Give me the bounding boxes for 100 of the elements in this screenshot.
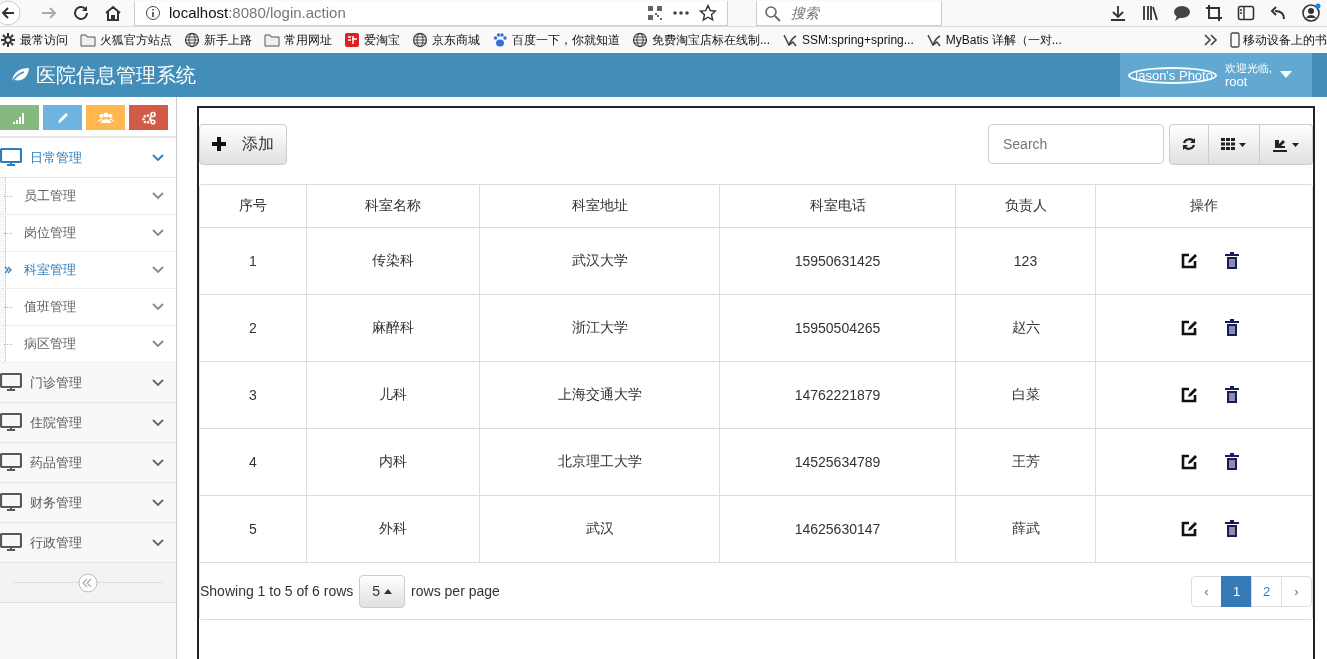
plus-icon <box>212 137 226 151</box>
bookmark[interactable]: 免费淘宝店标在线制... <box>632 31 770 49</box>
table-cell: 4 <box>200 428 307 496</box>
chevron-down-icon <box>152 458 164 467</box>
paw-icon <box>492 32 508 48</box>
star-icon[interactable] <box>699 3 717 22</box>
edit-icon[interactable] <box>1180 453 1198 471</box>
column-header: 科室电话 <box>719 185 956 228</box>
refresh-icon <box>1182 137 1196 151</box>
menu-item[interactable]: 日常管理 <box>0 138 176 178</box>
bookmark[interactable]: 新手上路 <box>184 31 252 49</box>
table-cell: 赵六 <box>955 294 1096 362</box>
page-button[interactable]: 2 <box>1251 575 1282 607</box>
column-header: 科室名称 <box>306 185 480 228</box>
submenu-item[interactable]: 岗位管理 <box>1 215 176 252</box>
table-cell: 儿科 <box>306 361 480 429</box>
reload-icon[interactable] <box>72 4 90 22</box>
monitor-icon <box>0 148 22 167</box>
page-button[interactable]: ‹ <box>1191 575 1222 607</box>
bookmark[interactable]: SSM:spring+spring... <box>782 32 914 48</box>
account-icon[interactable] <box>1301 3 1321 23</box>
search-field[interactable]: Search <box>988 124 1164 164</box>
column-header: 序号 <box>200 185 307 228</box>
refresh-button[interactable] <box>1169 123 1209 165</box>
edit-icon[interactable] <box>1180 252 1198 270</box>
chevron-down-icon <box>152 153 164 162</box>
bookmark[interactable]: 移动设备上的书 <box>1230 31 1327 49</box>
table-cell: 2 <box>200 294 307 362</box>
home-icon[interactable] <box>104 4 122 22</box>
edit-icon[interactable] <box>1180 319 1198 337</box>
bookmark[interactable]: 百度一下，你就知道 <box>492 31 620 49</box>
gear-icon <box>0 32 16 48</box>
table-cell: 武汉 <box>479 495 720 563</box>
table-cell: 14762221879 <box>719 361 956 429</box>
trash-icon[interactable] <box>1224 453 1240 471</box>
avatar-image: Jason's Photo <box>1127 66 1217 84</box>
bookmark[interactable]: 爱淘宝 <box>344 31 400 49</box>
undo-icon[interactable] <box>1269 4 1287 22</box>
page-button[interactable]: 1 <box>1221 575 1252 607</box>
edit-icon[interactable] <box>1180 386 1198 404</box>
caret-down-icon <box>1280 71 1292 79</box>
submenu-item[interactable]: 值班管理 <box>1 289 176 326</box>
shortcut-button[interactable] <box>129 105 168 130</box>
bookmark[interactable]: 京东商城 <box>412 31 480 49</box>
pagination-summary: Showing 1 to 5 of 6 rows <box>200 583 354 599</box>
edit-icon[interactable] <box>1180 520 1198 538</box>
table-cell: 白菜 <box>955 361 1096 429</box>
monitor-icon <box>0 373 22 392</box>
caret-up-icon <box>384 588 393 594</box>
table-cell: 薛武 <box>955 495 1096 563</box>
folder-icon <box>80 32 96 48</box>
bookmark[interactable]: MyBatis 详解（一对... <box>925 31 1062 49</box>
table-cell: 14625630147 <box>719 495 956 563</box>
chevron-double-right-icon[interactable] <box>1202 32 1218 48</box>
chevron-down-icon <box>152 378 164 387</box>
crop-icon[interactable] <box>1205 4 1223 22</box>
download-icon[interactable] <box>1109 4 1127 22</box>
qr-code-icon[interactable] <box>647 4 663 21</box>
search-field[interactable]: 搜索 <box>756 0 942 26</box>
table-cell: 麻醉科 <box>306 294 480 362</box>
monitor-icon <box>0 413 22 432</box>
double-chevron-right-icon <box>4 266 12 274</box>
submenu-item[interactable]: 科室管理 <box>1 252 176 289</box>
table-cell: 外科 <box>306 495 480 563</box>
columns-button[interactable] <box>1209 123 1260 165</box>
trash-icon[interactable] <box>1224 252 1240 270</box>
phone-icon <box>1230 32 1240 48</box>
table-cell: 浙江大学 <box>479 294 720 362</box>
grid-caret-icon <box>1221 137 1247 151</box>
chevron-down-icon <box>152 266 164 274</box>
monitor-icon <box>0 493 22 512</box>
library-icon[interactable] <box>1141 4 1159 22</box>
leaf-icon <box>10 66 30 84</box>
user-name: root <box>1224 75 1249 89</box>
monitor-icon <box>0 453 22 472</box>
gears-icon <box>140 109 157 126</box>
sidebar-icon[interactable] <box>1237 4 1255 22</box>
table-cell: 123 <box>955 227 1096 295</box>
page-button[interactable]: › <box>1281 575 1312 607</box>
column-header: 操作 <box>1095 185 1312 228</box>
bookmark[interactable]: 火狐官方站点 <box>80 31 172 49</box>
submenu-item[interactable]: 员工管理 <box>1 178 176 215</box>
bookmark[interactable]: 最常访问 <box>0 31 68 49</box>
trash-icon[interactable] <box>1224 386 1240 404</box>
column-header: 科室地址 <box>479 185 720 228</box>
info-icon <box>145 4 161 21</box>
bookmark[interactable]: 常用网址 <box>264 31 332 49</box>
folder-icon <box>264 32 280 48</box>
app-title: 医院信息管理系统 <box>36 62 196 88</box>
page-size-dropdown[interactable]: 5 <box>359 574 406 608</box>
table-cell: 王芳 <box>955 428 1096 496</box>
speech-bubble-icon[interactable] <box>1173 4 1191 22</box>
export-button[interactable] <box>1260 123 1313 165</box>
chevron-down-icon <box>152 340 164 348</box>
chevron-down-icon <box>152 418 164 427</box>
trash-icon[interactable] <box>1224 319 1240 337</box>
table-cell: 5 <box>200 495 307 563</box>
add-button[interactable]: 添加 <box>199 123 287 165</box>
address-bar[interactable]: localhost:8080/login.action <box>134 0 728 26</box>
trash-icon[interactable] <box>1224 520 1240 538</box>
